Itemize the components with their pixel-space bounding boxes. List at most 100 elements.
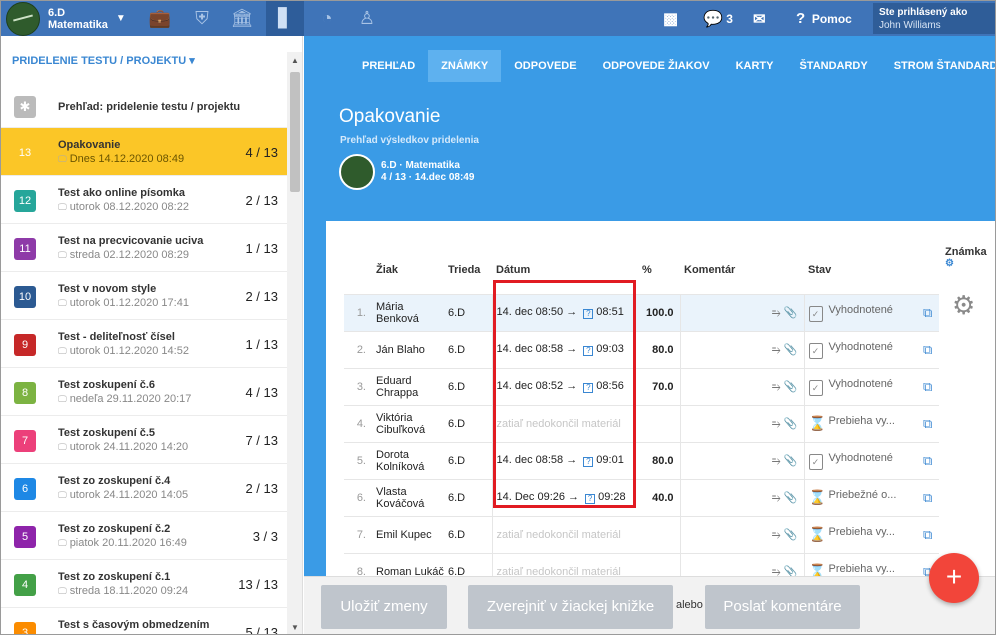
- open-external-icon[interactable]: ⧉: [919, 330, 939, 368]
- status-text: Prebieha vy...: [828, 415, 895, 427]
- open-external-icon[interactable]: ⧉: [919, 515, 939, 553]
- class-info: 6.D · Matematika 4 / 13 · 14.dec 08:49: [339, 154, 474, 190]
- attach-icon[interactable]: 📎: [784, 418, 798, 430]
- table-row[interactable]: 3. Eduard Chrappa 6.D 14. dec 08:52 → ? 0…: [344, 367, 939, 405]
- sidebar-item[interactable]: 6 Test zo zoskupení č.4 utorok 24.11.202…: [1, 464, 302, 512]
- attach-icon[interactable]: 📎: [784, 307, 798, 319]
- edit-icon[interactable]: ⥱: [772, 381, 781, 393]
- student-class: 6.D: [444, 478, 492, 516]
- sidebar-scrollbar[interactable]: ▲ ▼: [287, 52, 302, 634]
- edit-icon[interactable]: ⥱: [772, 418, 781, 430]
- attach-icon[interactable]: 📎: [784, 492, 798, 504]
- tab-3[interactable]: ODPOVEDE ŽIAKOV: [590, 50, 723, 82]
- comment-cell[interactable]: ⥱ 📎: [679, 330, 804, 368]
- comment-cell[interactable]: ⥱ 📎: [679, 515, 804, 553]
- sidebar-item[interactable]: 4 Test zo zoskupení č.1 streda 18.11.202…: [1, 560, 302, 608]
- save-button[interactable]: Uložiť zmeny: [321, 585, 447, 629]
- scroll-thumb[interactable]: [290, 72, 300, 192]
- comment-cell[interactable]: ⥱ 📎: [679, 367, 804, 405]
- speedometer-icon[interactable]: ◔: [308, 1, 346, 36]
- cast-icon[interactable]: ▩: [663, 1, 678, 36]
- student-name[interactable]: Mária Benková: [372, 293, 444, 331]
- open-external-icon[interactable]: ⧉: [919, 293, 939, 331]
- table-row[interactable]: 5. Dorota Kolníková 6.D 14. dec 08:58 → …: [344, 441, 939, 479]
- settings-gear-icon[interactable]: ⚙: [952, 290, 975, 321]
- user-menu[interactable]: Ste prihlásený ako John Williams: [873, 3, 995, 34]
- sidebar-item[interactable]: 5 Test zo zoskupení č.2 piatok 20.11.202…: [1, 512, 302, 560]
- row-index: 6.: [344, 478, 372, 516]
- open-external-icon[interactable]: ⧉: [919, 367, 939, 405]
- student-class: 6.D: [444, 330, 492, 368]
- assignment-number: 11: [14, 238, 36, 260]
- publish-button[interactable]: Zverejniť v žiackej knižke: [468, 585, 673, 629]
- top-navigation-bar: 6.D Matematika ▼ 💼 ⛨ 🏛 ▋ ◔ ♙ ▩ 💬 3 ✉ ? Po…: [1, 1, 995, 36]
- student-name[interactable]: Viktória Cibuľková: [372, 404, 444, 442]
- sidebar-overview[interactable]: ✱ Prehľad: pridelenie testu / projektu: [1, 86, 302, 128]
- messages-button[interactable]: 💬 3: [703, 1, 733, 36]
- status-text: Vyhodnotené: [828, 303, 893, 316]
- edit-icon[interactable]: ⥱: [772, 455, 781, 467]
- assignment-date: utorok 24.11.2020 14:05: [58, 489, 188, 501]
- student-name[interactable]: Ján Blaho: [372, 330, 444, 368]
- add-button[interactable]: +: [929, 553, 979, 603]
- help-button[interactable]: ? Pomoc: [796, 1, 852, 36]
- shield-icon[interactable]: ⛨: [183, 1, 221, 36]
- assignment-number: 7: [14, 430, 36, 452]
- sidebar-item[interactable]: 9 Test - deliteľnosť čísel utorok 01.12.…: [1, 320, 302, 368]
- sidebar-item[interactable]: 8 Test zoskupení č.6 nedeľa 29.11.2020 2…: [1, 368, 302, 416]
- sidebar-item[interactable]: 10 Test v novom style utorok 01.12.2020 …: [1, 272, 302, 320]
- tab-0[interactable]: PREHĽAD: [349, 50, 428, 82]
- assignment-number: 10: [14, 286, 36, 308]
- comment-cell[interactable]: ⥱ 📎: [679, 441, 804, 479]
- edit-icon[interactable]: ⥱: [772, 344, 781, 356]
- grade-column-header: Známka ⚙: [945, 246, 987, 269]
- institution-icon[interactable]: 🏛: [223, 1, 261, 36]
- student-class: 6.D: [444, 441, 492, 479]
- table-row[interactable]: 1. Mária Benková 6.D 14. dec 08:50 → ? 08…: [344, 293, 939, 331]
- comment-cell[interactable]: ⥱ 📎: [679, 478, 804, 516]
- tab-4[interactable]: KARTY: [723, 50, 787, 82]
- send-comments-button[interactable]: Poslať komentáre: [705, 585, 860, 629]
- attach-icon[interactable]: 📎: [784, 529, 798, 541]
- sidebar-item[interactable]: 7 Test zoskupení č.5 utorok 24.11.2020 1…: [1, 416, 302, 464]
- attach-icon[interactable]: 📎: [784, 381, 798, 393]
- comment-cell[interactable]: ⥱ 📎: [679, 293, 804, 331]
- open-external-icon[interactable]: ⧉: [919, 478, 939, 516]
- scroll-down-icon[interactable]: ▼: [291, 623, 299, 632]
- briefcase-icon[interactable]: 💼: [141, 1, 179, 36]
- table-row[interactable]: 4. Viktória Cibuľková 6.D zatiaľ nedokon…: [344, 404, 939, 442]
- tab-1[interactable]: ZNÁMKY: [428, 50, 502, 82]
- open-external-icon[interactable]: ⧉: [919, 441, 939, 479]
- sidebar-header[interactable]: PRIDELENIE TESTU / PROJEKTU ▾: [1, 36, 302, 86]
- sidebar-item[interactable]: 12 Test ako online písomka utorok 08.12.…: [1, 176, 302, 224]
- tab-5[interactable]: ŠTANDARDY: [786, 50, 880, 82]
- student-name[interactable]: Dorota Kolníková: [372, 441, 444, 479]
- open-external-icon[interactable]: ⧉: [919, 404, 939, 442]
- student-name[interactable]: Emil Kupec: [372, 515, 444, 553]
- chart-icon[interactable]: ▋: [266, 1, 304, 36]
- attach-icon[interactable]: 📎: [784, 455, 798, 467]
- attach-icon[interactable]: 📎: [784, 344, 798, 356]
- student-name[interactable]: Vlasta Kováčová: [372, 478, 444, 516]
- scroll-up-icon[interactable]: ▲: [291, 56, 299, 65]
- tab-2[interactable]: ODPOVEDE: [501, 50, 589, 82]
- edit-icon[interactable]: ⥱: [772, 492, 781, 504]
- chevron-down-icon: ▼: [115, 13, 126, 24]
- table-row[interactable]: 7. Emil Kupec 6.D zatiaľ nedokončil mate…: [344, 515, 939, 553]
- table-row[interactable]: 6. Vlasta Kováčová 6.D 14. Dec 09:26 → ?…: [344, 478, 939, 516]
- class-selector[interactable]: 6.D Matematika ▼: [1, 1, 141, 36]
- student-name[interactable]: Eduard Chrappa: [372, 367, 444, 405]
- comment-cell[interactable]: ⥱ 📎: [679, 404, 804, 442]
- sidebar-item[interactable]: 13 Opakovanie Dnes 14.12.2020 08:49 4 / …: [1, 128, 302, 176]
- gear-icon[interactable]: ⚙: [945, 258, 987, 269]
- edit-icon[interactable]: ⥱: [772, 529, 781, 541]
- sidebar-item[interactable]: 11 Test na precvicovanie uciva streda 02…: [1, 224, 302, 272]
- assignment-date: piatok 20.11.2020 16:49: [58, 537, 187, 549]
- sidebar-item[interactable]: 3 Test s časovým obmedzením streda 21.10…: [1, 608, 302, 634]
- table-row[interactable]: 2. Ján Blaho 6.D 14. dec 08:58 → ? 09:03 …: [344, 330, 939, 368]
- tab-6[interactable]: STROM ŠTANDARDOV: [881, 50, 995, 82]
- assignment-name: Test zo zoskupení č.1: [58, 571, 171, 583]
- edit-icon[interactable]: ⥱: [772, 307, 781, 319]
- mail-icon[interactable]: ✉: [753, 1, 766, 36]
- walking-icon[interactable]: ♙: [348, 1, 386, 36]
